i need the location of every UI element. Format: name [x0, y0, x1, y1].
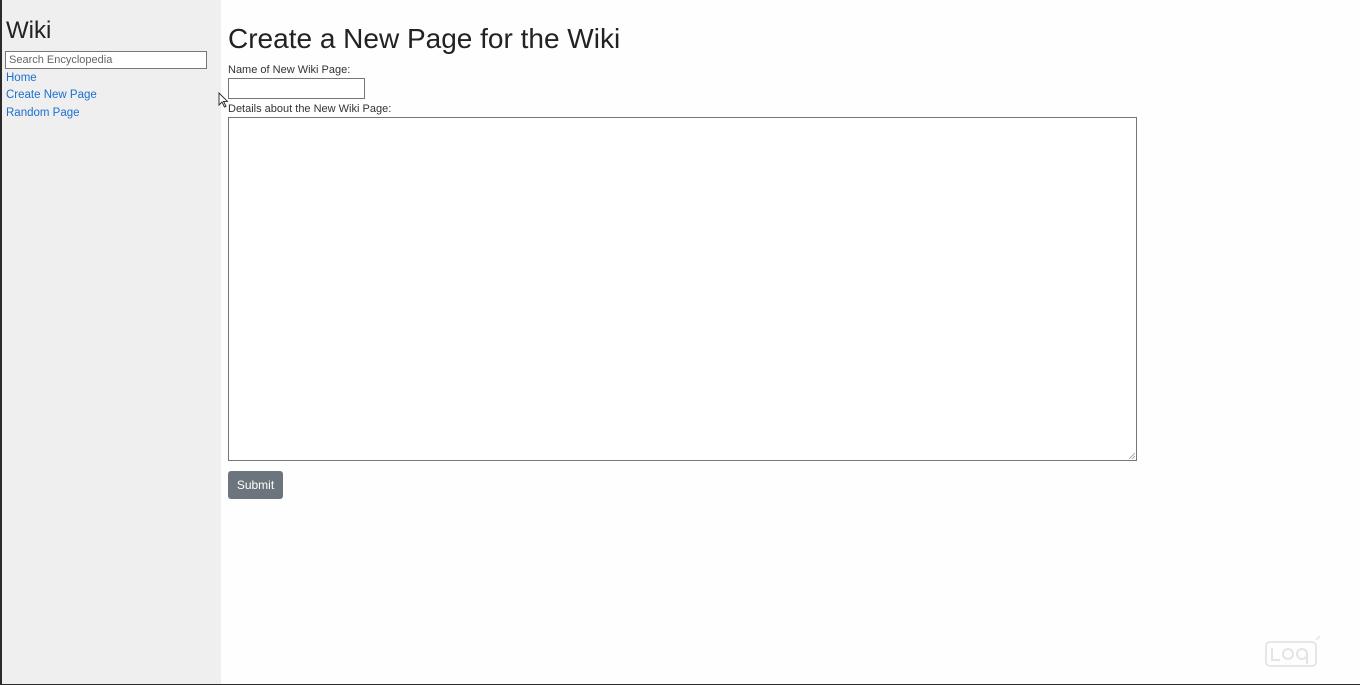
page-details-textarea[interactable]	[228, 117, 1137, 461]
watermark-logo-icon	[1265, 636, 1321, 667]
page-name-input[interactable]	[228, 78, 365, 99]
resize-grip-icon[interactable]	[1128, 452, 1135, 459]
mouse-pointer-icon	[218, 92, 229, 108]
site-brand: Wiki	[6, 17, 52, 44]
nav-link-home[interactable]: Home	[6, 71, 37, 85]
sidebar: Wiki Home Create New Page Random Page	[2, 0, 221, 684]
browser-viewport: Wiki Home Create New Page Random Page Cr…	[0, 0, 1360, 685]
nav-link-random-page[interactable]: Random Page	[6, 106, 80, 120]
submit-button[interactable]: Submit	[228, 471, 283, 499]
page-name-label: Name of New Wiki Page:	[228, 64, 351, 76]
page-details-label: Details about the New Wiki Page:	[228, 103, 392, 115]
nav-link-create-new-page[interactable]: Create New Page	[6, 88, 97, 102]
search-input[interactable]	[5, 51, 207, 69]
page-title: Create a New Page for the Wiki	[228, 23, 621, 54]
